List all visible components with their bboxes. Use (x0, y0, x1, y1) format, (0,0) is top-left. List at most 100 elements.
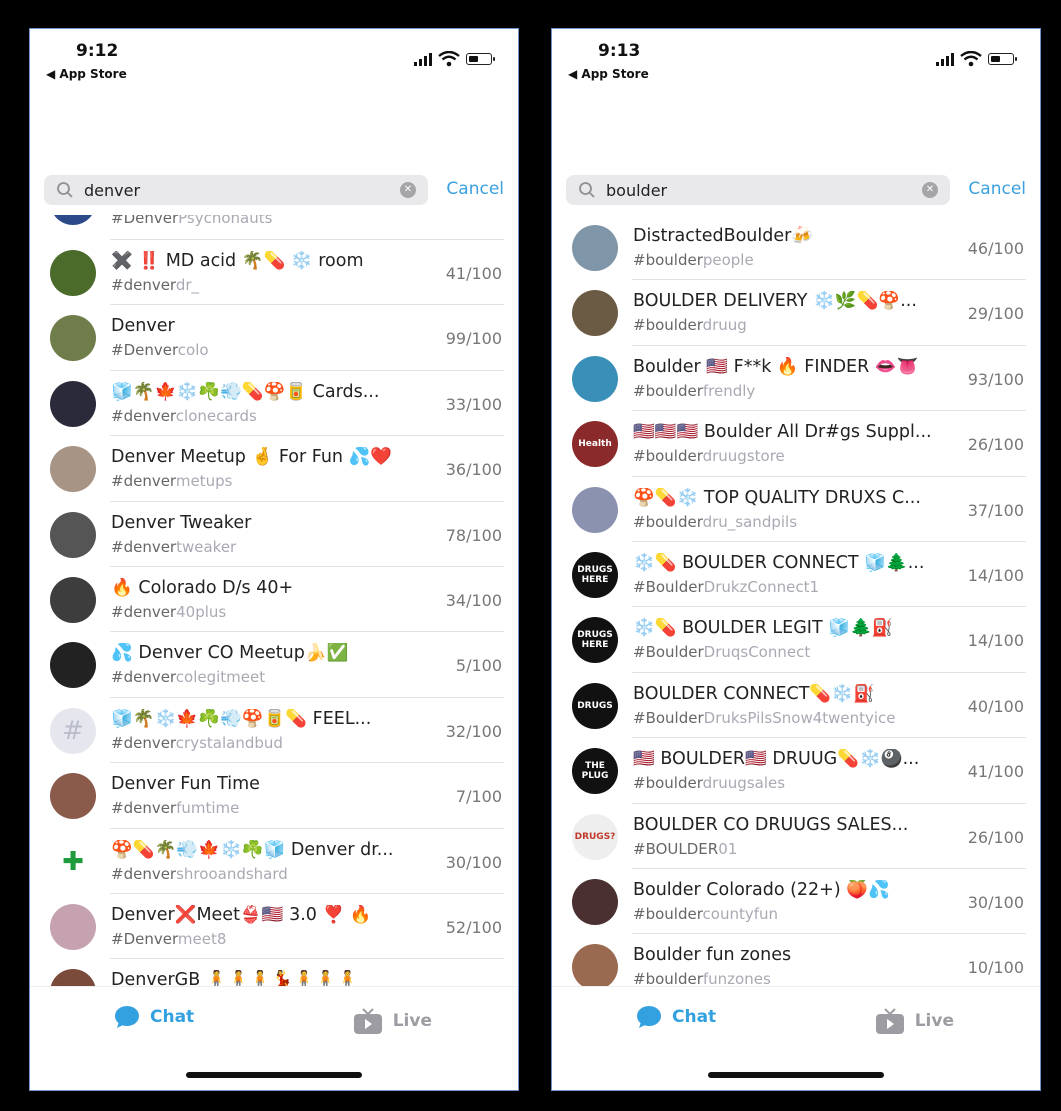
hashtag: #DenverPsychonauts (111, 215, 273, 227)
search-row: ✕ Cancel (44, 175, 504, 205)
list-item[interactable]: THE PLUG 🇺🇸 BOULDER🇺🇸 DRUUG💊❄️🎱... #boulde… (552, 738, 1040, 804)
member-count: 7/100 (455, 787, 502, 807)
member-count: 33/100 (445, 394, 502, 414)
hashtag: #denvercrystalandbud (111, 733, 283, 752)
tab-live-label: Live (392, 1011, 432, 1031)
results-list: DistractedBoulder🍻 #boulderpeople 46/100 BO… (552, 215, 1040, 989)
list-item[interactable]: 💦 Denver CO Meetup🍌✅ #denvercolegitmeet 5/… (30, 632, 518, 699)
chat-title: ❄️💊 BOULDER LEGIT 🧊🌲⛽ (633, 618, 894, 639)
chat-title: DistractedBoulder🍻 (633, 226, 814, 246)
hashtag: #BoulderDruksPilsSnow4twentyice (633, 708, 896, 727)
status-bar: 9:13 ◀ App Store (552, 29, 1040, 89)
chat-title: Boulder 🇺🇸 F**k 🔥 FINDER 👄👅 (633, 356, 919, 377)
chat-title: 🍄💊❄️ TOP QUALITY DRUXS C... (633, 487, 921, 508)
list-item[interactable]: # 🧊🌴❄️🍁☘️💨🍄🥫💊 FEEL... #denvercrystalandbud… (30, 698, 518, 764)
hashtag: #BoulderDrukzConnect1 (633, 577, 819, 596)
tab-chat[interactable]: Chat (636, 1005, 716, 1029)
search-input[interactable] (84, 175, 384, 205)
back-to-app-store[interactable]: ◀ App Store (568, 67, 649, 81)
list-item[interactable]: Health 🇺🇸🇺🇸🇺🇸 Boulder All Dr#gs Suppl... #… (552, 411, 1040, 477)
chat-title: 🧊🌴🍁❄️☘️💨💊🍄🥫 Cards... (111, 381, 380, 402)
list-item[interactable]: ✖️ ‼️ MD acid 🌴💊 ❄️ room #denverdr_ 41/100 (30, 240, 518, 306)
list-item[interactable]: ✚ 🍄💊🌴💨🍁❄️☘️🧊 Denver dr... #denvershrooands… (30, 829, 518, 895)
avatar (50, 903, 96, 950)
back-to-app-store[interactable]: ◀ App Store (46, 67, 127, 81)
hashtag: #boulderdruugsales (633, 774, 786, 793)
chat-title: ❄️💊 BOULDER CONNECT 🧊🌲... (633, 552, 925, 573)
list-item[interactable]: Denver❌Meet👙🇺🇸 3.0 ❣️ 🔥 #Denvermeet8 52/10… (30, 894, 518, 960)
member-count: 32/100 (445, 721, 502, 741)
avatar (572, 878, 618, 925)
list-item[interactable]: Denver Fun Time #denverfumtime 7/100 (30, 763, 518, 829)
member-count: 99/100 (445, 329, 502, 349)
avatar (572, 944, 618, 989)
list-item[interactable]: BOULDER DELIVERY ❄️🌿💊🍄... #boulderdruug 29… (552, 280, 1040, 347)
member-count: 26/100 (967, 435, 1024, 455)
tv-icon (875, 1008, 904, 1034)
status-icons (414, 51, 495, 67)
status-time: 9:13 (598, 41, 641, 61)
avatar (50, 215, 96, 225)
clear-search-icon[interactable]: ✕ (922, 182, 938, 198)
search-box[interactable]: ✕ (44, 175, 428, 205)
list-item[interactable]: Boulder 🇺🇸 F**k 🔥 FINDER 👄👅 #boulderfrend… (552, 346, 1040, 412)
hashtag: #denvercolegitmeet (111, 668, 266, 687)
chat-title: 🔥 Colorado D/s 40+ (111, 577, 294, 598)
phone-screen-left: 9:12 ◀ App Store ✕ Cancel #DenverPsychon… (29, 28, 519, 1091)
avatar: DRUGS HERE (572, 617, 618, 664)
list-item[interactable]: DenverGB 🧍🧍🧍💃🧍🧍🧍34/100 (30, 959, 518, 989)
list-item[interactable]: DRUGS HERE ❄️💊 BOULDER LEGIT 🧊🌲⛽ #BoulderD… (552, 607, 1040, 674)
home-indicator (186, 1072, 362, 1078)
hashtag: #denvershrooandshard (111, 864, 288, 883)
avatar (50, 773, 96, 820)
cancel-button[interactable]: Cancel (446, 179, 504, 199)
list-item[interactable]: DRUGS HERE ❄️💊 BOULDER CONNECT 🧊🌲... #Boul… (552, 542, 1040, 608)
search-input[interactable] (606, 175, 906, 205)
search-box[interactable]: ✕ (566, 175, 950, 205)
avatar (50, 511, 96, 558)
avatar (50, 446, 96, 493)
chat-title: ✖️ ‼️ MD acid 🌴💊 ❄️ room (111, 251, 364, 271)
avatar: Health (572, 421, 618, 468)
list-item[interactable]: Denver Tweaker #denvertweaker 78/100 (30, 502, 518, 568)
list-item[interactable]: Boulder Colorado (22+) 🍑💦 #bouldercountyf… (552, 869, 1040, 935)
member-count: 29/100 (967, 304, 1024, 324)
hashtag: #Denvermeet8 (111, 929, 227, 948)
list-item[interactable]: Denver Meetup 🤞 For Fun 💦❤️ #denvermetups… (30, 436, 518, 502)
phone-screen-right: 9:13 ◀ App Store ✕ Cancel DistractedBoul… (551, 28, 1041, 1091)
member-count: 30/100 (445, 852, 502, 872)
hashtag: #boulderpeople (633, 251, 754, 269)
avatar (572, 486, 618, 533)
signal-icon (936, 52, 954, 66)
wifi-icon (438, 51, 460, 67)
member-count: 14/100 (967, 631, 1024, 651)
signal-icon (414, 52, 432, 66)
chat-title: Denver (111, 316, 175, 337)
list-item[interactable]: DRUGS BOULDER CONNECT💊❄️⛽ #BoulderDruksPil… (552, 673, 1040, 739)
tab-live[interactable]: Live (353, 1007, 432, 1035)
list-item[interactable]: 🍄💊❄️ TOP QUALITY DRUXS C... #boulderdru_s… (552, 477, 1040, 543)
list-item[interactable]: 🧊🌴🍁❄️☘️💨💊🍄🥫 Cards... #denverclonecards 33/… (30, 371, 518, 437)
tab-bar: Chat Live (552, 986, 1040, 1090)
list-item[interactable]: DRUGS? BOULDER CO DRUUGS SALES... #BOULDER… (552, 804, 1040, 870)
member-count: 78/100 (445, 525, 502, 545)
clear-search-icon[interactable]: ✕ (400, 182, 416, 198)
list-item[interactable]: Boulder fun zones #boulderfunzones 10/100 (552, 934, 1040, 989)
list-item[interactable]: Denver #Denvercolo 99/100 (30, 305, 518, 372)
member-count: 41/100 (445, 264, 502, 283)
avatar (572, 290, 618, 337)
hashtag: #denverfumtime (111, 799, 240, 818)
avatar (50, 250, 96, 296)
chat-title: 🍄💊🌴💨🍁❄️☘️🧊 Denver dr... (111, 839, 394, 860)
tab-live[interactable]: Live (875, 1007, 954, 1035)
avatar: DRUGS (572, 682, 618, 729)
chat-title: BOULDER DELIVERY ❄️🌿💊🍄... (633, 291, 917, 312)
battery-icon (466, 53, 495, 65)
list-item[interactable]: 🔥 Colorado D/s 40+ #denver40plus 34/100 (30, 567, 518, 633)
tab-chat[interactable]: Chat (114, 1005, 194, 1029)
list-item[interactable]: #DenverPsychonauts (30, 215, 518, 240)
cancel-button[interactable]: Cancel (968, 179, 1026, 199)
list-item[interactable]: DistractedBoulder🍻 #boulderpeople 46/100 (552, 215, 1040, 281)
chat-title: Boulder Colorado (22+) 🍑💦 (633, 879, 890, 900)
chat-title: Denver Tweaker (111, 512, 252, 533)
